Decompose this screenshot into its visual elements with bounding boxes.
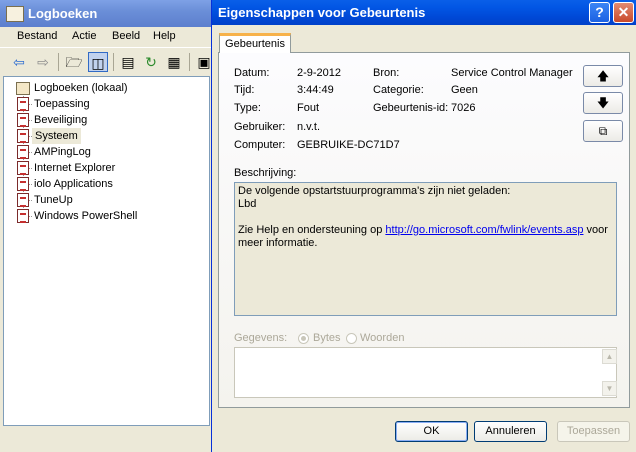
woorden-radio[interactable] [346,333,357,344]
datum-value: 2-9-2012 [297,67,342,79]
categorie-label: Categorie: [373,84,424,96]
description-line-1: De volgende opstartstuurprogramma's zijn… [238,185,511,197]
description-box[interactable]: De volgende opstartstuurprogramma's zijn… [234,182,617,316]
tree-item-tuneup[interactable]: TuneUp [17,192,73,208]
down-arrow-icon: 🡇 [596,96,610,110]
scroll-up-icon[interactable]: ▲ [602,349,617,364]
log-icon [17,129,29,143]
status-bar [0,428,214,452]
tree-item-iolo-applications[interactable]: iolo Applications [17,176,113,192]
dialog-title-bar[interactable]: Eigenschappen voor Gebeurtenis ? ✕ [212,0,636,25]
dialog-title: Eigenschappen voor Gebeurtenis [218,5,426,20]
type-label: Type: [234,102,261,114]
menu-bar: Bestand Actie Beeld Help [0,27,214,47]
log-icon [17,177,29,191]
gegevens-label: Gegevens: [234,332,288,344]
log-icon [17,145,29,159]
tree-item-ampinglog[interactable]: AMPingLog [17,144,91,160]
apply-button[interactable]: Toepassen [557,421,630,442]
tijd-label: Tijd: [234,84,255,96]
woorden-label: Woorden [360,332,405,344]
tree-root-logboeken[interactable]: Logboeken (lokaal) [34,80,128,96]
computer-label: Computer: [234,139,286,151]
scroll-down-icon[interactable]: ▼ [602,381,617,396]
datum-label: Datum: [234,67,270,79]
tree-item-beveiliging[interactable]: Beveiliging [17,112,87,128]
computer-value: GEBRUIKE-DC71D7 [297,139,400,151]
beschrijving-label: Beschrijving: [234,167,297,179]
toolbar-separator [113,53,114,71]
toolbar-separator [58,53,59,71]
tree-item-systeem[interactable]: Systeem [17,128,81,144]
gebruiker-value: n.v.t. [297,121,321,133]
tree-item-internet-explorer[interactable]: Internet Explorer [17,160,115,176]
help-button[interactable]: ? [589,2,610,23]
refresh-icon[interactable]: ↻ [141,52,161,72]
ok-button[interactable]: OK [395,421,468,442]
toolbar: ⇦ ⇨ 🗁 ◫ ▤ ↻ ▦ ▣ [0,47,214,76]
gebruiker-label: Gebruiker: [234,121,286,133]
help-link[interactable]: http://go.microsoft.com/fwlink/events.as… [385,224,583,236]
up-folder-icon[interactable]: 🗁 [64,52,84,72]
logboeken-title: Logboeken [28,6,98,21]
cancel-button[interactable]: Annuleren [474,421,547,442]
logboeken-title-bar[interactable]: Logboeken [0,0,214,27]
menu-bestand[interactable]: Bestand [17,30,57,42]
description-line-2: Lbd [238,198,257,210]
gebeurtenis-id-value: 7026 [451,102,476,114]
log-tree[interactable]: Logboeken (lokaal) Toepassing Beveiligin… [3,76,210,426]
computer-log-icon [16,82,30,95]
close-icon: ✕ [617,4,630,20]
show-tree-icon[interactable]: ◫ [88,52,108,72]
menu-actie[interactable]: Actie [72,30,96,42]
next-event-button[interactable]: 🡇 [583,92,623,114]
log-icon [17,113,29,127]
gebeurtenis-id-label: Gebeurtenis-id: [373,102,449,114]
menu-beeld[interactable]: Beeld [112,30,140,42]
export-list-icon[interactable]: ▦ [164,52,184,72]
logboeken-window: Logboeken Bestand Actie Beeld Help ⇦ ⇨ 🗁… [0,0,214,452]
data-box[interactable]: ▲ ▼ [234,347,617,398]
up-arrow-icon: 🡅 [596,69,610,83]
copy-button[interactable]: ⧉ [583,120,623,142]
tree-item-toepassing[interactable]: Toepassing [17,96,90,112]
previous-event-button[interactable]: 🡅 [583,65,623,87]
bytes-label: Bytes [313,332,341,344]
forward-arrow-icon[interactable]: ⇨ [33,52,53,72]
log-icon [17,209,29,223]
question-mark-icon: ? [595,4,604,20]
copy-icon: ⧉ [598,124,608,138]
categorie-value: Geen [451,84,478,96]
toolbar-separator [189,53,190,71]
bron-label: Bron: [373,67,400,79]
log-icon [17,161,29,175]
log-icon [17,193,29,207]
bron-value: Service Control Manager [451,67,573,79]
description-help-line-2: meer informatie. [238,237,318,249]
close-button[interactable]: ✕ [613,2,634,23]
tree-item-windows-powershell[interactable]: Windows PowerShell [17,208,137,224]
properties-icon[interactable]: ▤ [118,52,138,72]
menu-help[interactable]: Help [153,30,176,42]
back-arrow-icon[interactable]: ⇦ [9,52,29,72]
tijd-value: 3:44:49 [297,84,334,96]
event-viewer-icon [6,6,24,22]
event-properties-dialog: Eigenschappen voor Gebeurtenis ? ✕ Gebeu… [211,0,636,452]
type-value: Fout [297,102,320,114]
description-help-line: Zie Help en ondersteuning op http://go.m… [238,224,608,236]
log-icon [17,97,29,111]
tab-gebeurtenis[interactable]: Gebeurtenis [219,33,291,53]
bytes-radio[interactable] [298,333,309,344]
